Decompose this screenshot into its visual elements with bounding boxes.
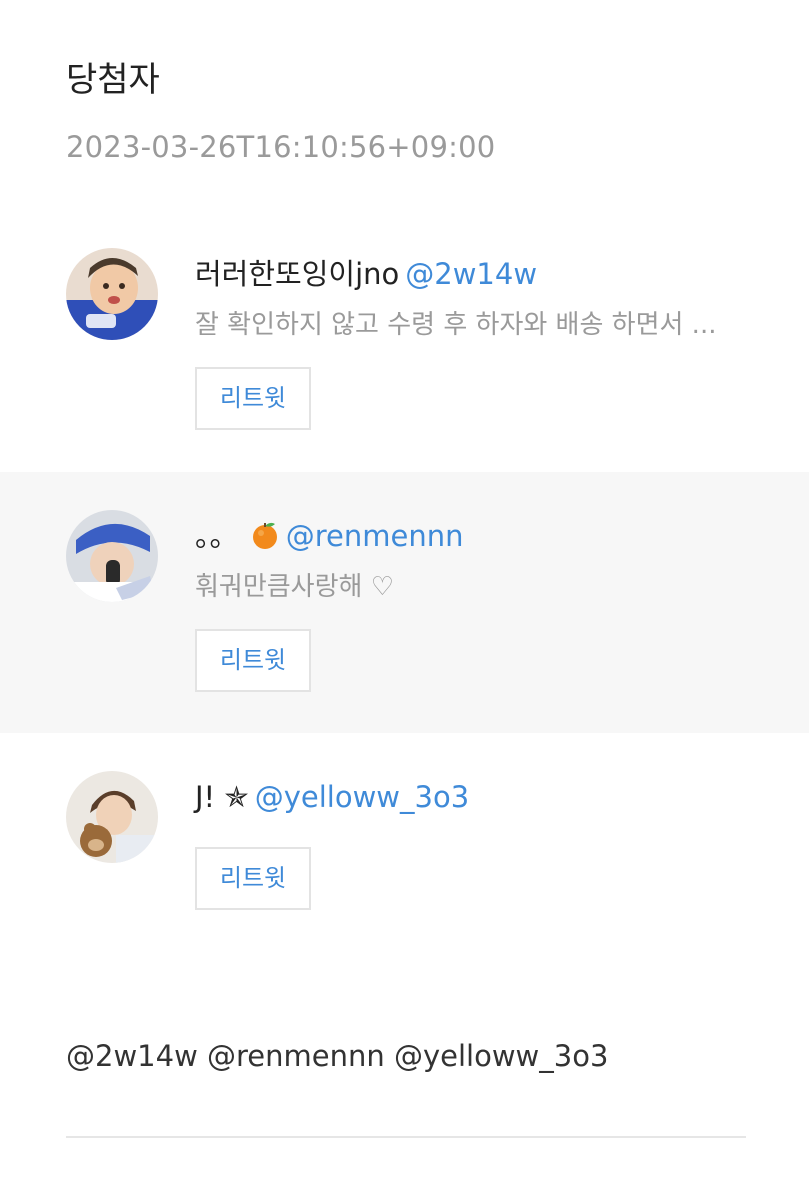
page-title: 당첨자 bbox=[66, 60, 160, 100]
winners-page: 당첨자 2023-03-26T16:10:56+09:00 러러한또잉이jno @… bbox=[0, 0, 809, 1200]
winner-item: 。。 @renmennn 훠궈만큼사랑해 ♡ 리트윗 bbox=[0, 472, 809, 733]
avatar[interactable] bbox=[66, 248, 158, 340]
mention-list[interactable]: @2w14w @renmennn @yelloww_3o3 bbox=[66, 1036, 608, 1076]
retweet-button[interactable]: 리트윗 bbox=[195, 847, 311, 910]
user-name-line: J! ✯ @yelloww_3o3 bbox=[195, 777, 469, 817]
display-name: J! ✯ bbox=[195, 780, 249, 814]
user-description: 훠궈만큼사랑해 ♡ bbox=[195, 572, 395, 602]
avatar[interactable] bbox=[66, 771, 158, 863]
winner-item: J! ✯ @yelloww_3o3 리트윗 bbox=[0, 733, 809, 933]
divider bbox=[66, 1136, 746, 1138]
display-name: 。。 bbox=[195, 519, 239, 553]
timestamp: 2023-03-26T16:10:56+09:00 bbox=[66, 130, 496, 164]
user-name-line: 。。 @renmennn bbox=[195, 516, 463, 556]
retweet-button[interactable]: 리트윗 bbox=[195, 367, 311, 430]
retweet-button[interactable]: 리트윗 bbox=[195, 629, 311, 692]
orange-emoji-icon bbox=[250, 520, 280, 550]
winner-item: 러러한또잉이jno @2w14w 잘 확인하지 않고 수령 후 하자와 배송 하면… bbox=[0, 210, 809, 472]
user-handle-link[interactable]: @yelloww_3o3 bbox=[255, 780, 469, 814]
user-name-line: 러러한또잉이jno @2w14w bbox=[195, 254, 537, 294]
avatar[interactable] bbox=[66, 510, 158, 602]
user-description: 잘 확인하지 않고 수령 후 하자와 배송 하면서 ... bbox=[195, 310, 717, 340]
display-name: 러러한또잉이jno bbox=[195, 257, 400, 291]
user-handle-link[interactable]: @renmennn bbox=[286, 519, 464, 553]
user-handle-link[interactable]: @2w14w bbox=[405, 257, 537, 291]
